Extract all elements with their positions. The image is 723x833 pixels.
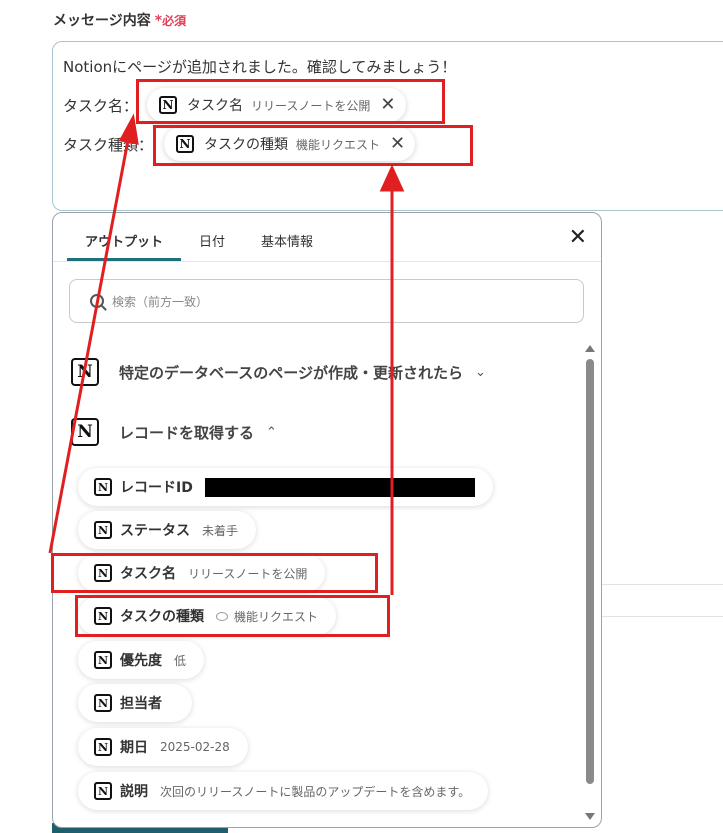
highlight-box-task-type-item <box>75 595 390 637</box>
notion-icon: N <box>94 651 112 669</box>
output-item-due-date[interactable]: N 期日 2025-02-28 <box>78 728 248 766</box>
tabs-divider <box>53 261 601 262</box>
task-type-label: タスク種類： <box>63 136 154 154</box>
task-name-label: タスク名： <box>63 97 139 115</box>
notion-icon: N <box>94 738 112 756</box>
item-value: 未着手 <box>202 523 239 538</box>
output-picker-panel: アウトプット 日付 基本情報 ✕ 検索（前方一致） N 特定のデータベースのペー… <box>52 212 602 828</box>
item-title: 担当者 <box>120 696 162 712</box>
item-value: 2025-02-28 <box>160 740 230 754</box>
background-divider <box>602 616 723 617</box>
background-divider <box>602 584 723 585</box>
scrollbar[interactable] <box>585 345 595 820</box>
notion-icon: N <box>94 521 112 539</box>
notion-icon: N <box>94 478 112 496</box>
output-item-record-id[interactable]: N レコードID <box>78 468 493 506</box>
scroll-up-arrow[interactable] <box>585 345 595 352</box>
search-placeholder: 検索（前方一致） <box>112 294 209 309</box>
notion-icon: N <box>94 694 112 712</box>
item-title: 説明 <box>120 784 148 800</box>
item-value: 次回のリリースノートに製品のアップデートを含めます。 <box>160 784 471 799</box>
redacted-value <box>204 477 475 497</box>
tab-output[interactable]: アウトプット <box>67 213 182 261</box>
chevron-down-icon[interactable]: ⌄ <box>475 365 486 380</box>
item-title: 期日 <box>120 740 148 756</box>
section-get-record[interactable]: N レコードを取得する ⌃ <box>71 418 277 446</box>
highlight-box-task-name-chip <box>136 79 445 124</box>
notion-icon: N <box>71 418 99 446</box>
output-item-priority[interactable]: N 優先度 低 <box>78 641 205 679</box>
tab-basic-info[interactable]: 基本情報 <box>243 213 331 261</box>
output-item-description[interactable]: N 説明 次回のリリースノートに製品のアップデートを含めます。 <box>78 772 489 810</box>
output-item-assignee[interactable]: N 担当者 <box>78 684 192 722</box>
tab-bar: アウトプット 日付 基本情報 <box>67 213 331 261</box>
search-icon <box>90 294 104 308</box>
notion-icon: N <box>71 358 99 386</box>
output-item-status[interactable]: N ステータス 未着手 <box>78 511 257 549</box>
section-label: レコードを取得する <box>119 423 255 442</box>
item-title: ステータス <box>120 523 190 539</box>
highlight-box-task-name-item <box>51 553 378 593</box>
chevron-up-icon[interactable]: ⌃ <box>266 425 277 440</box>
tab-date[interactable]: 日付 <box>181 213 243 261</box>
section-label: 特定のデータベースのページが作成・更新されたら <box>119 363 463 382</box>
close-icon[interactable]: ✕ <box>569 227 587 249</box>
search-input[interactable]: 検索（前方一致） <box>69 279 584 323</box>
message-line-1: Notionにページが追加されました。確認してみましょう！ <box>63 58 457 76</box>
item-value: 低 <box>174 653 187 668</box>
highlight-box-task-type-chip <box>153 125 473 166</box>
field-label-text: メッセージ内容 <box>53 13 151 29</box>
scroll-down-arrow[interactable] <box>585 813 595 820</box>
scroll-thumb[interactable] <box>586 359 594 784</box>
message-field-label: メッセージ内容 *必須 <box>53 10 186 30</box>
item-title: 優先度 <box>120 653 162 669</box>
required-text: 必須 <box>162 14 187 28</box>
section-trigger[interactable]: N 特定のデータベースのページが作成・更新されたら ⌄ <box>71 358 486 386</box>
item-title: レコードID <box>120 480 193 496</box>
notion-icon: N <box>94 782 112 800</box>
required-star: * <box>154 13 163 29</box>
